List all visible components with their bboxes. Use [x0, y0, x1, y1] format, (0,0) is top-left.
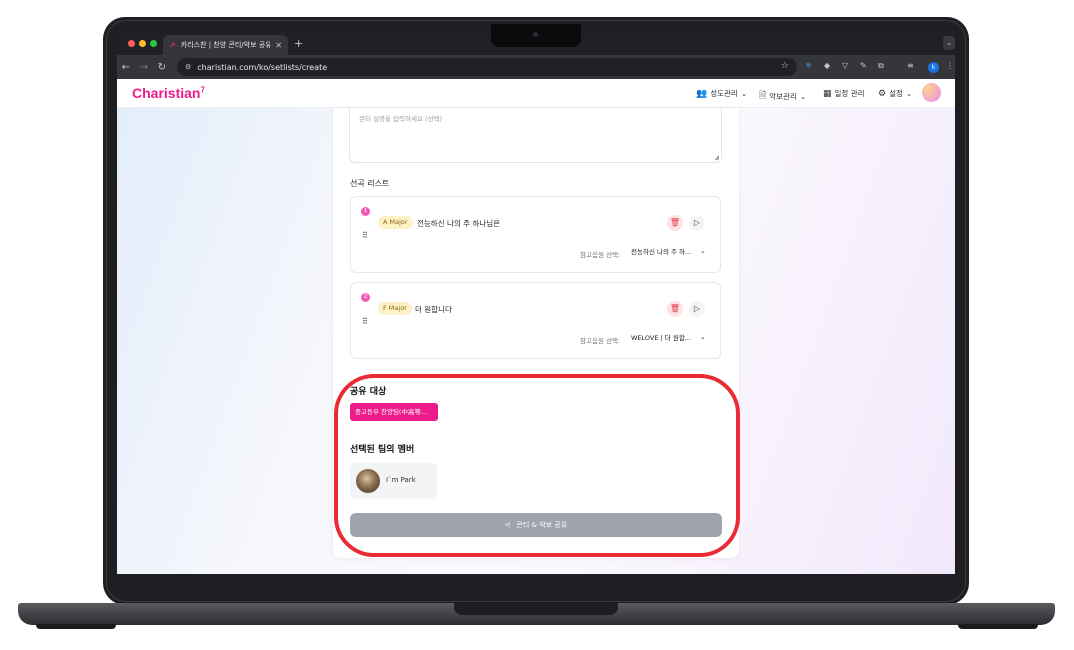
minimize-window-icon[interactable] — [139, 40, 146, 47]
profile-avatar[interactable]: k — [928, 62, 939, 73]
chevron-down-icon[interactable]: ⌄ — [700, 333, 706, 341]
chevron-down-icon: ⌄ — [905, 89, 913, 98]
calendar-icon: ▦ — [823, 88, 832, 99]
app-logo[interactable]: Charistian7 — [132, 85, 205, 101]
play-button[interactable]: ▷ — [689, 301, 705, 317]
chevron-down-icon: ⌄ — [799, 91, 807, 101]
song-title: 더 원합니다 — [415, 305, 452, 314]
reload-icon[interactable]: ↻ — [153, 62, 171, 73]
laptop-foot-right — [958, 624, 1038, 629]
laptop-base-groove — [454, 603, 618, 615]
drag-handle-icon[interactable]: ⠿ — [362, 231, 368, 240]
site-info-icon[interactable]: ⚙ — [185, 63, 191, 71]
song-number: 2 — [361, 293, 370, 302]
extension-vue-icon[interactable]: ▽ — [842, 61, 848, 70]
song-card: 1 ⠿ A Major 전능하신 나의 주 하나님은 🗑 ▷ 참고음원 선택: … — [350, 196, 721, 273]
extension-puzzle-icon[interactable]: ◆ — [824, 61, 830, 70]
song-number: 1 — [361, 207, 370, 216]
forward-icon[interactable]: → — [135, 62, 153, 73]
reference-label: 참고음원 선택: — [580, 251, 621, 259]
favicon-icon: ↗ — [169, 40, 176, 50]
close-window-icon[interactable] — [128, 40, 135, 47]
reading-list-icon[interactable]: ≡ — [907, 61, 914, 70]
play-button[interactable]: ▷ — [689, 215, 705, 231]
extension-react-icon[interactable]: ⚛ — [805, 61, 812, 70]
extension-pen-icon[interactable]: ✎ — [860, 61, 867, 70]
browser-toolbar: ← → ↻ ⚙ charistian.com/ko/setlists/creat… — [117, 55, 955, 79]
gear-icon: ⚙ — [878, 88, 887, 99]
maximize-window-icon[interactable] — [150, 40, 157, 47]
tab-close-icon[interactable]: ✕ — [275, 41, 282, 50]
music-file-icon: 🗎 — [759, 91, 767, 101]
user-avatar[interactable] — [922, 83, 941, 102]
song-list-label: 선곡 리스트 — [350, 179, 390, 188]
back-icon[interactable]: ← — [117, 62, 135, 73]
resize-handle-icon[interactable]: ◢ — [714, 154, 719, 161]
highlight-annotation — [334, 374, 740, 557]
nav-settings[interactable]: ⚙ 설정 ⌄ — [878, 88, 912, 99]
description-textarea[interactable]: 콘티 설명을 입력하세요 (선택) ◢ — [349, 108, 722, 163]
bookmark-star-icon[interactable]: ☆ — [781, 61, 789, 71]
key-badge: A Major — [378, 216, 413, 229]
address-bar[interactable]: ⚙ charistian.com/ko/setlists/create ☆ — [177, 58, 797, 76]
song-card: 2 ⠿ F Major 더 원합니다 🗑 ▷ 참고음원 선택: WELOVE |… — [350, 282, 721, 359]
tab-search-icon[interactable]: ⌄ — [943, 36, 955, 50]
laptop-foot-left — [36, 624, 116, 629]
drag-handle-icon[interactable]: ⠿ — [362, 317, 368, 326]
reference-label: 참고음원 선택: — [580, 337, 621, 345]
users-icon: 👥 — [696, 88, 708, 99]
tab-title: 카리스찬 | 찬양 콘티/악보 공유 플... — [180, 41, 271, 49]
delete-song-button[interactable]: 🗑 — [667, 301, 683, 317]
key-badge: F Major — [378, 302, 412, 315]
browser-tab[interactable]: ↗ 카리스찬 | 찬양 콘티/악보 공유 플... ✕ — [163, 35, 288, 55]
chevron-down-icon: ⌄ — [740, 89, 748, 98]
extensions-icon[interactable]: ⧉ — [878, 61, 884, 71]
chevron-down-icon[interactable]: ⌄ — [700, 247, 706, 255]
url-text: charistian.com/ko/setlists/create — [197, 62, 328, 72]
nav-scores[interactable]: 🗎 악보관리 ⌄ — [759, 88, 806, 104]
nav-schedule[interactable]: ▦ 일정 관리 — [823, 88, 865, 99]
song-title: 전능하신 나의 주 하나님은 — [417, 219, 501, 228]
delete-song-button[interactable]: 🗑 — [667, 215, 683, 231]
browser-menu-icon[interactable]: ⋮ — [946, 61, 954, 70]
nav-members[interactable]: 👥 성도관리 ⌄ — [696, 88, 747, 99]
new-tab-icon[interactable]: + — [294, 37, 303, 50]
app-header: Charistian7 👥 성도관리 ⌄ 🗎 악보관리 ⌄ ▦ 일정 관리 ⚙ … — [117, 79, 955, 108]
camera-notch — [491, 24, 581, 47]
